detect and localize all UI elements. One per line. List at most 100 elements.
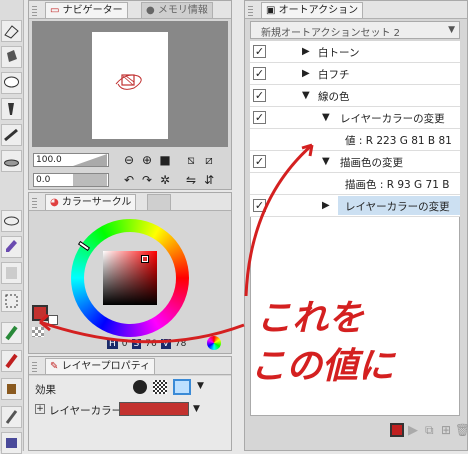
effect-dropdown-icon[interactable]: ▼ bbox=[197, 381, 204, 391]
panel-grip[interactable] bbox=[32, 4, 37, 16]
reset-rotation-icon[interactable]: ✲ bbox=[157, 172, 173, 188]
blur-tool-icon[interactable] bbox=[1, 262, 22, 284]
auto-action-icon: ▣ bbox=[266, 5, 276, 16]
auto-action-panel: ▣ オートアクション 新規オートアクションセット 2 ▼ ✓ ▶ 白トーン ✓ … bbox=[244, 0, 468, 451]
color-circle-body: H 0 S 76 V 78 bbox=[29, 212, 231, 353]
memory-icon: ● bbox=[146, 5, 155, 16]
expanded-icon[interactable]: ▼ bbox=[302, 90, 310, 101]
collapsed-icon[interactable]: ▶ bbox=[302, 68, 310, 79]
balloon-tool-icon[interactable] bbox=[1, 72, 22, 94]
panel-grip[interactable] bbox=[248, 4, 253, 16]
green-brush-icon[interactable] bbox=[1, 322, 22, 344]
panel-grip[interactable] bbox=[32, 360, 37, 372]
border-effect-icon[interactable] bbox=[133, 380, 147, 394]
saturation-value-square[interactable] bbox=[103, 251, 157, 305]
play-button[interactable]: ▶ bbox=[408, 423, 418, 438]
layer-color-fill bbox=[120, 403, 188, 415]
layer-property-panel: ✎ レイヤープロパティ 効果 ▼ + レイヤーカラー ▼ bbox=[28, 356, 232, 451]
layer-color-dropdown-icon[interactable]: ▼ bbox=[193, 404, 200, 414]
color-circle-tabbar: ◕ カラーサークル bbox=[29, 193, 231, 211]
panel-grip[interactable] bbox=[32, 196, 37, 208]
navigator-panel: ▭ ナビゲーター ● メモリ情報 100.0 ⊖ ⊕ ■ ⧅ ⧄ 0.0 ↶ ↷… bbox=[28, 0, 232, 190]
layer-property-body: 効果 ▼ + レイヤーカラー ▼ bbox=[29, 376, 231, 450]
h-label: H bbox=[107, 339, 118, 349]
lasso-tool-icon[interactable] bbox=[1, 210, 22, 232]
tab-color-circle[interactable]: ◕ カラーサークル bbox=[45, 194, 137, 210]
color-circle-panel: ◕ カラーサークル H 0 S 76 V 78 bbox=[28, 192, 232, 354]
rotate-left-icon[interactable]: ↶ bbox=[121, 172, 137, 188]
checkbox[interactable]: ✓ bbox=[253, 67, 266, 80]
tab-memory-info[interactable]: ● メモリ情報 bbox=[141, 2, 213, 18]
chevron-down-icon: ▼ bbox=[448, 25, 455, 35]
tab-auto-action[interactable]: ▣ オートアクション bbox=[261, 2, 364, 18]
canvas-thumbnail bbox=[92, 32, 168, 139]
navigator-icon: ▭ bbox=[50, 5, 60, 16]
expanded-icon[interactable]: ▼ bbox=[322, 112, 330, 123]
flip-icon[interactable]: ⇋ bbox=[183, 172, 199, 188]
ruler-tool-icon[interactable] bbox=[1, 124, 22, 146]
list-item-selected[interactable]: ✓ ▶ レイヤーカラーの変更 bbox=[250, 195, 460, 217]
collapsed-icon[interactable]: ▶ bbox=[322, 200, 330, 211]
list-item[interactable]: ✓ ▼ レイヤーカラーの変更 bbox=[250, 107, 460, 129]
tab-layer-property[interactable]: ✎ レイヤープロパティ bbox=[45, 358, 156, 374]
color-circle-icon: ◕ bbox=[50, 197, 59, 208]
tab-navigator[interactable]: ▭ ナビゲーター bbox=[45, 2, 128, 18]
current-color-swatch[interactable] bbox=[32, 305, 48, 321]
selection-tool-icon[interactable] bbox=[1, 290, 22, 312]
layer-color-swatch[interactable] bbox=[119, 402, 189, 416]
layer-property-tabbar: ✎ レイヤープロパティ bbox=[29, 357, 231, 375]
new-set-icon[interactable]: ⊞ bbox=[441, 423, 451, 437]
thumbnail-sketch bbox=[115, 74, 142, 90]
v-value: 78 bbox=[174, 339, 187, 349]
navigator-tabbar: ▭ ナビゲーター ● メモリ情報 bbox=[29, 1, 231, 19]
fill-bucket-icon[interactable] bbox=[1, 378, 22, 400]
list-item[interactable]: ✓ ▼ 描画色の変更 bbox=[250, 151, 460, 173]
pen-tool-icon[interactable] bbox=[1, 98, 22, 120]
effect-label: 効果 bbox=[35, 384, 56, 396]
checkbox[interactable]: ✓ bbox=[253, 155, 266, 168]
s-label: S bbox=[131, 339, 142, 349]
collapsed-icon[interactable]: ▶ bbox=[302, 46, 310, 57]
rotate-right-icon[interactable]: ↷ bbox=[139, 172, 155, 188]
checkbox[interactable]: ✓ bbox=[253, 111, 266, 124]
checkbox[interactable]: ✓ bbox=[253, 199, 266, 212]
stamp-tool-icon[interactable] bbox=[1, 150, 22, 172]
rotate-slider-track bbox=[73, 174, 107, 186]
list-item[interactable]: ✓ ▶ 白トーン bbox=[250, 41, 460, 63]
tab-other-color[interactable] bbox=[147, 194, 171, 210]
list-item: 値 : R 223 G 81 B 81 bbox=[250, 129, 460, 151]
flip-horizontal-icon[interactable]: ⧅ bbox=[183, 152, 199, 168]
trash-icon[interactable]: 🗑 bbox=[455, 423, 468, 437]
red-pen-icon[interactable] bbox=[1, 350, 22, 372]
v-label: V bbox=[160, 339, 171, 349]
zoom-out-icon[interactable]: ⊖ bbox=[121, 152, 137, 168]
transparent-color-swatch[interactable] bbox=[32, 327, 44, 337]
list-item: 描画色 : R 93 G 71 B bbox=[250, 173, 460, 195]
auto-action-set-select[interactable]: 新規オートアクションセット 2 ▼ bbox=[250, 21, 460, 39]
fit-view-icon[interactable]: ■ bbox=[157, 152, 173, 168]
list-item[interactable]: ✓ ▶ 白フチ bbox=[250, 63, 460, 85]
tone-effect-icon[interactable] bbox=[153, 380, 167, 394]
checkbox[interactable]: ✓ bbox=[253, 45, 266, 58]
pencil-tool-icon[interactable] bbox=[1, 406, 22, 428]
flip-vertical-icon[interactable]: ⧄ bbox=[201, 152, 217, 168]
checkbox[interactable]: ✓ bbox=[253, 89, 266, 102]
color-mode-icon[interactable] bbox=[207, 336, 221, 350]
brush-tool-icon[interactable] bbox=[1, 236, 22, 258]
zoom-in-icon[interactable]: ⊕ bbox=[139, 152, 155, 168]
layer-color-effect-icon[interactable] bbox=[173, 379, 191, 395]
eraser-tool-icon[interactable] bbox=[1, 20, 22, 42]
fill-tool-icon[interactable] bbox=[1, 46, 22, 68]
record-button[interactable] bbox=[390, 423, 404, 437]
auto-action-tabbar: ▣ オートアクション bbox=[245, 1, 467, 19]
expanded-icon[interactable]: ▼ bbox=[322, 156, 330, 167]
hsv-readout: H 0 S 76 V 78 bbox=[107, 339, 186, 349]
expand-icon[interactable]: + bbox=[35, 404, 45, 414]
s-value: 76 bbox=[145, 339, 157, 349]
sv-cursor[interactable] bbox=[141, 255, 149, 263]
mirror-icon[interactable]: ⇵ bbox=[201, 172, 217, 188]
list-item[interactable]: ✓ ▼ 線の色 bbox=[250, 85, 460, 107]
navigator-preview[interactable] bbox=[32, 21, 228, 147]
background-color-swatch[interactable] bbox=[48, 315, 58, 325]
duplicate-icon[interactable]: ⧉ bbox=[425, 423, 434, 438]
